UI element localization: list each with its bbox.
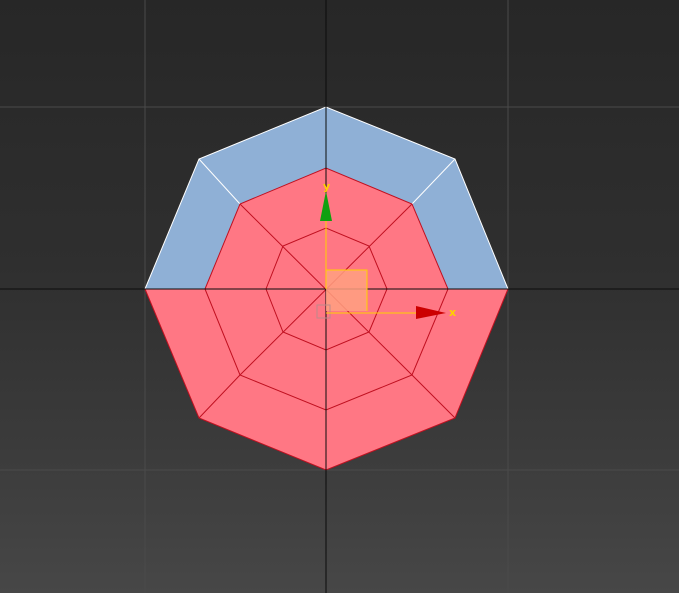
- viewport-scene[interactable]: x y: [0, 0, 679, 593]
- perspective-viewport[interactable]: x y: [0, 0, 679, 593]
- gizmo-x-label: x: [449, 306, 456, 319]
- xy-plane-handle[interactable]: [326, 270, 367, 311]
- gizmo-y-label: y: [323, 180, 330, 193]
